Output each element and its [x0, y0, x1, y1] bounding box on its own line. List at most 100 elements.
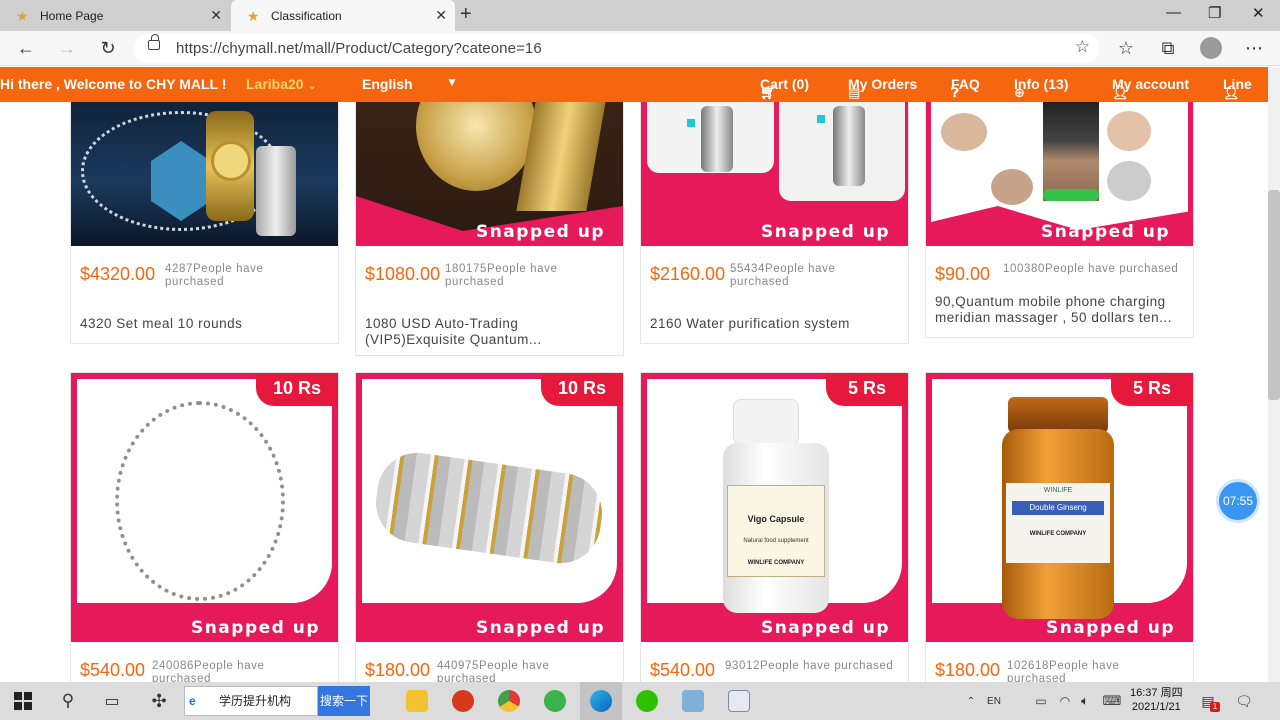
file-explorer-icon[interactable]: [406, 690, 428, 712]
wechat-icon[interactable]: [636, 690, 658, 712]
product-image[interactable]: Vigo Capsule Natural food supplement WIN…: [641, 373, 908, 642]
product-name[interactable]: 4320 Set meal 10 rounds: [80, 316, 330, 332]
forward-button[interactable]: →: [55, 37, 79, 61]
product-card[interactable]: Snapped up $90.00 100380People have purc…: [925, 102, 1194, 338]
ime-indicator[interactable]: EN: [984, 682, 1004, 720]
wifi-icon[interactable]: ◠: [1056, 682, 1074, 720]
water-tap-accent: [817, 115, 825, 123]
label-company: WINLIFE COMPANY: [1029, 531, 1087, 537]
countdown-timer-badge[interactable]: 07:55: [1216, 479, 1260, 523]
product-card[interactable]: Vigo Capsule Natural food supplement WIN…: [640, 372, 909, 682]
cart-icon: 🛒︎: [760, 85, 777, 100]
search-icon[interactable]: ⚲: [56, 682, 80, 720]
address-bar[interactable]: https://chymall.net/mall/Product/Categor…: [134, 34, 1100, 63]
tab-classification[interactable]: ★ Classification ✕: [231, 0, 455, 31]
legs-graphic: [1043, 102, 1099, 201]
purchase-count: 55434People have purchased: [730, 263, 836, 288]
product-card[interactable]: WINLIFE Double Ginseng WINLIFE COMPANY 5…: [925, 372, 1194, 682]
action-center-icon[interactable]: ▤: [1198, 682, 1218, 720]
product-image[interactable]: Snapped up: [356, 102, 623, 246]
lock-icon: [148, 34, 160, 50]
username-menu[interactable]: Lariba20 ⌄: [246, 76, 317, 92]
bottle-cap-graphic: [733, 399, 799, 445]
tab-home-page[interactable]: ★ Home Page ✕: [0, 0, 230, 31]
product-card[interactable]: Snapped up $2160.00 55434People have pur…: [640, 102, 909, 344]
maximize-button[interactable]: ❐: [1208, 4, 1221, 22]
language-selector[interactable]: English: [362, 76, 413, 92]
edge-taskbar-button[interactable]: [580, 682, 622, 720]
purchase-count: 180175People have purchased: [445, 263, 558, 288]
minimize-button[interactable]: —: [1166, 4, 1181, 21]
more-menu-icon[interactable]: ⋯: [1242, 37, 1266, 61]
close-tab-icon[interactable]: ✕: [435, 7, 447, 24]
notifications-icon[interactable]: 🗨︎: [1234, 682, 1254, 720]
welcome-text: Hi there , Welcome to CHY MALL !: [0, 76, 227, 92]
faucet-filter-graphic: [701, 106, 733, 172]
product-price: $540.00: [80, 660, 146, 680]
product-card[interactable]: 10 Rs Snapped up $180.00 440975People ha…: [355, 372, 624, 682]
purchase-count: 440975People have purchased: [437, 660, 550, 682]
globe-icon: ⊕: [1014, 85, 1025, 100]
info-link[interactable]: ⊕ Info (13): [1014, 76, 1068, 100]
reward-ribbon: 10 Rs: [541, 373, 623, 406]
label-company: WINLIFE COMPANY: [747, 560, 805, 566]
product-name[interactable]: 2160 Water purification system: [650, 316, 900, 332]
collections-icon[interactable]: ⧉: [1156, 37, 1180, 61]
chevron-up-icon[interactable]: ⌃: [964, 682, 978, 720]
favicon-star-icon: ★: [16, 7, 29, 24]
battery-icon[interactable]: ▭: [1032, 682, 1050, 720]
faq-link[interactable]: ❓︎ FAQ: [951, 76, 980, 100]
clock-time: 16:37 周四: [1130, 687, 1183, 699]
product-image[interactable]: [71, 102, 338, 246]
scrollbar-thumb[interactable]: [1268, 190, 1280, 400]
massage-spot-graphic: [1107, 161, 1151, 201]
new-tab-button[interactable]: +: [460, 3, 472, 26]
caret-down-icon[interactable]: ▼: [446, 75, 458, 89]
product-card[interactable]: 10 Rs Snapped up $540.00 240086People ha…: [70, 372, 339, 682]
product-image[interactable]: 10 Rs Snapped up: [71, 373, 338, 642]
product-card[interactable]: Snapped up $1080.00 180175People have pu…: [355, 102, 624, 356]
chrome-icon[interactable]: [498, 690, 520, 712]
favorite-star-icon[interactable]: ☆: [1075, 37, 1090, 57]
line-link[interactable]: 👤︎ Line: [1223, 76, 1252, 100]
system-clock[interactable]: 16:37 周四 2021/1/21: [1130, 686, 1183, 714]
windows-start-icon[interactable]: [8, 682, 38, 720]
document-app-icon[interactable]: [728, 690, 750, 712]
windows-taskbar: ⚲ ▭ ✣ e 学历提升机构 搜索一下 ⌃ EN ▭ ◠ 🔈︎ ⌨ 16:37 …: [0, 682, 1280, 720]
back-button[interactable]: ←: [14, 37, 38, 61]
profile-avatar[interactable]: [1200, 37, 1222, 59]
user-icon: 👤︎: [1223, 85, 1240, 100]
product-image[interactable]: Snapped up: [926, 102, 1193, 246]
product-image[interactable]: WINLIFE Double Ginseng WINLIFE COMPANY 5…: [926, 373, 1193, 642]
favorites-icon[interactable]: ☆: [1114, 37, 1138, 61]
close-tab-icon[interactable]: ✕: [210, 7, 222, 24]
keyboard-icon[interactable]: ⌨: [1100, 682, 1124, 720]
my-orders-link[interactable]: ▤ My Orders: [848, 76, 917, 100]
product-card[interactable]: $4320.00 4287People have purchased 4320 …: [70, 102, 339, 344]
taskbar-search-input[interactable]: e 学历提升机构: [184, 686, 318, 716]
product-name[interactable]: 90,Quantum mobile phone charging meridia…: [935, 294, 1187, 326]
close-window-button[interactable]: ✕: [1252, 4, 1265, 22]
p-app-icon[interactable]: [452, 690, 474, 712]
notepad-icon[interactable]: [682, 690, 704, 712]
task-view-icon[interactable]: ▭: [100, 682, 124, 720]
necklace-graphic: [115, 401, 285, 601]
product-name[interactable]: 1080 USD Auto-Trading (VIP5)Exquisite Qu…: [365, 316, 605, 348]
reward-ribbon: 10 Rs: [256, 373, 338, 406]
purchase-count: 240086People have purchased: [152, 660, 265, 682]
search-button[interactable]: 搜索一下: [318, 686, 370, 716]
my-account-link[interactable]: 👤︎ My account: [1112, 76, 1189, 100]
product-grid: $4320.00 4287People have purchased 4320 …: [0, 102, 1268, 682]
search-text: 学历提升机构: [219, 694, 292, 708]
bottle-label: WINLIFE Double Ginseng WINLIFE COMPANY: [1006, 483, 1110, 563]
product-image[interactable]: Snapped up: [641, 102, 908, 246]
green-app-icon[interactable]: [544, 690, 566, 712]
url-text[interactable]: https://chymall.net/mall/Product/Categor…: [176, 40, 542, 57]
fan-app-icon[interactable]: ✣: [146, 682, 172, 720]
site-top-bar: Hi there , Welcome to CHY MALL ! Lariba2…: [0, 67, 1268, 102]
purchase-count: 4287People have purchased: [165, 263, 264, 288]
volume-icon[interactable]: 🔈︎: [1076, 682, 1094, 720]
refresh-button[interactable]: ↻: [96, 37, 120, 61]
cart-link[interactable]: 🛒︎ Cart (0): [760, 76, 809, 100]
product-image[interactable]: 10 Rs Snapped up: [356, 373, 623, 642]
